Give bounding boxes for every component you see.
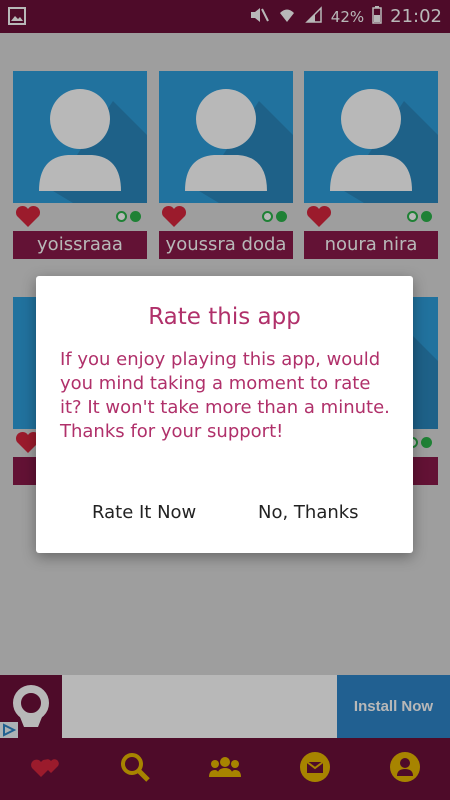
rate-app-dialog: Rate this app If you enjoy playing this … bbox=[36, 276, 413, 553]
dialog-title: Rate this app bbox=[148, 304, 301, 330]
dialog-message: If you enjoy playing this app, would you… bbox=[60, 349, 390, 442]
no-thanks-button[interactable]: No, Thanks bbox=[258, 502, 359, 523]
rate-it-now-button[interactable]: Rate It Now bbox=[92, 502, 196, 523]
